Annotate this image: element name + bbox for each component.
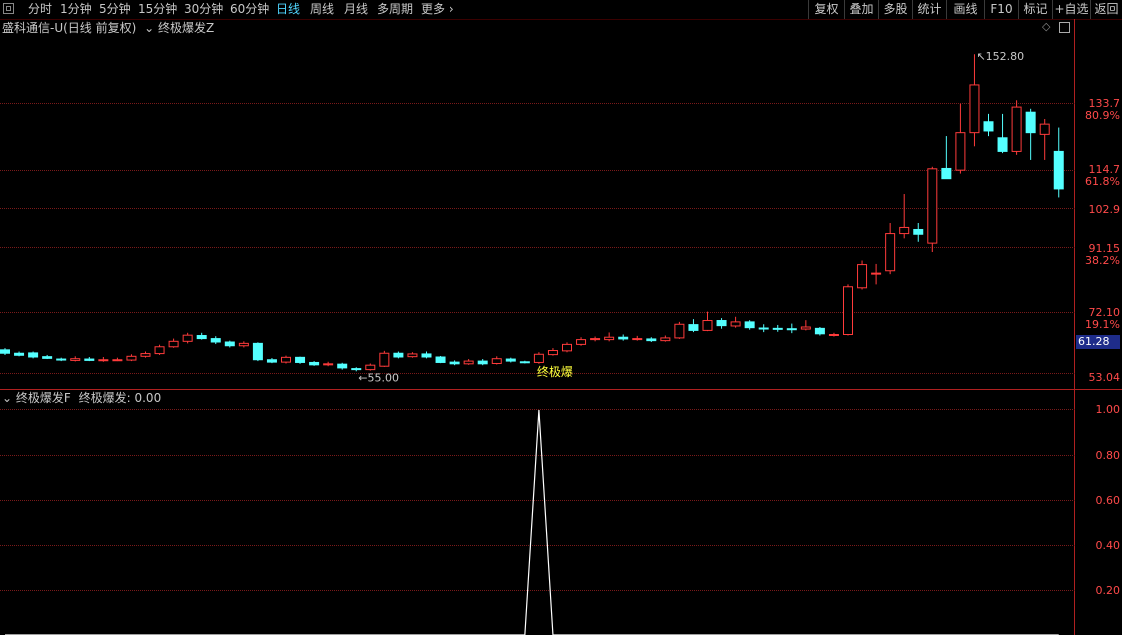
sub-axis-label: 1.00 <box>1095 403 1121 416</box>
sub-axis-label: 0.80 <box>1095 449 1121 462</box>
price-axis-label: 102.9 <box>1088 203 1121 216</box>
pct-axis-label: 19.1% <box>1085 318 1120 331</box>
sub-axis-label: 0.40 <box>1095 539 1121 552</box>
pct-axis-label: 80.9% <box>1085 109 1120 122</box>
right-axis-border <box>1074 19 1075 635</box>
current-price-marker: 61.28 <box>1076 335 1120 349</box>
indicator-chart[interactable] <box>0 0 1074 635</box>
pct-axis-label: 61.8% <box>1085 175 1120 188</box>
indicator-line <box>5 409 1059 635</box>
sub-axis-label: 0.60 <box>1095 494 1121 507</box>
price-axis-label: 53.04 <box>1088 371 1121 384</box>
pct-axis-label: 38.2% <box>1085 254 1120 267</box>
sub-axis-label: 0.20 <box>1095 584 1121 597</box>
back-button[interactable]: 返回 <box>1090 0 1122 19</box>
